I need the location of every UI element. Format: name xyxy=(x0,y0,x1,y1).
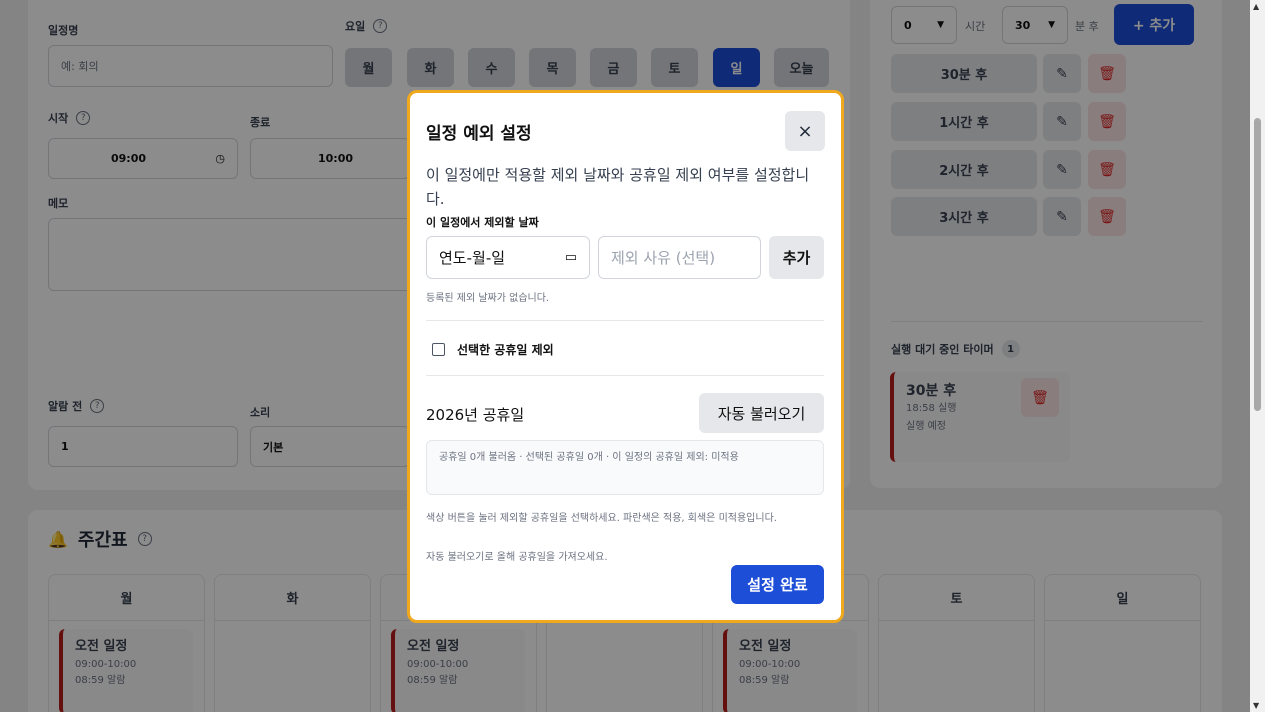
divider xyxy=(426,320,824,321)
calendar-icon[interactable]: ▭ xyxy=(565,250,577,265)
hint-text-2: 자동 불러오기로 올해 공휴일을 가져오세요. xyxy=(426,552,608,563)
reason-input[interactable]: 제외 사유 (선택) xyxy=(598,236,761,279)
exception-modal: 일정 예외 설정 × 이 일정에만 적용할 제외 날짜와 공휴일 제외 여부를 … xyxy=(407,90,844,623)
scroll-thumb[interactable] xyxy=(1254,118,1261,411)
holiday-summary: 공휴일 0개 불러옴 · 선택된 공휴일 0개 · 이 일정의 공휴일 제외: … xyxy=(426,440,824,495)
holiday-year-title: 2026년 공휴일 xyxy=(426,406,525,424)
divider xyxy=(426,375,824,376)
scroll-down-arrow[interactable]: ▼ xyxy=(1253,701,1259,710)
hint-text: 색상 버튼을 눌러 제외할 공휴일을 선택하세요. 파란색은 적용, 회색은 미… xyxy=(426,513,777,524)
close-button[interactable]: × xyxy=(785,111,825,151)
checkbox-icon[interactable] xyxy=(432,343,445,356)
modal-title: 일정 예외 설정 xyxy=(426,124,532,144)
add-date-button[interactable]: 추가 xyxy=(769,236,824,279)
auto-load-button[interactable]: 자동 불러오기 xyxy=(699,393,824,433)
done-button[interactable]: 설정 완료 xyxy=(731,565,824,604)
holiday-exclude-checkbox[interactable]: 선택한 공휴일 제외 xyxy=(432,341,554,358)
exclude-label: 이 일정에서 제외할 날짜 xyxy=(426,216,539,229)
scrollbar[interactable]: ▲ ▼ xyxy=(1250,0,1265,712)
empty-dates-text: 등록된 제외 날짜가 없습니다. xyxy=(426,293,550,304)
date-input[interactable]: 연도-월-일 ▭ xyxy=(426,236,590,279)
modal-description: 이 일정에만 적용할 제외 날짜와 공휴일 제외 여부를 설정합니다. xyxy=(426,166,810,208)
scroll-up-arrow[interactable]: ▲ xyxy=(1253,2,1259,11)
